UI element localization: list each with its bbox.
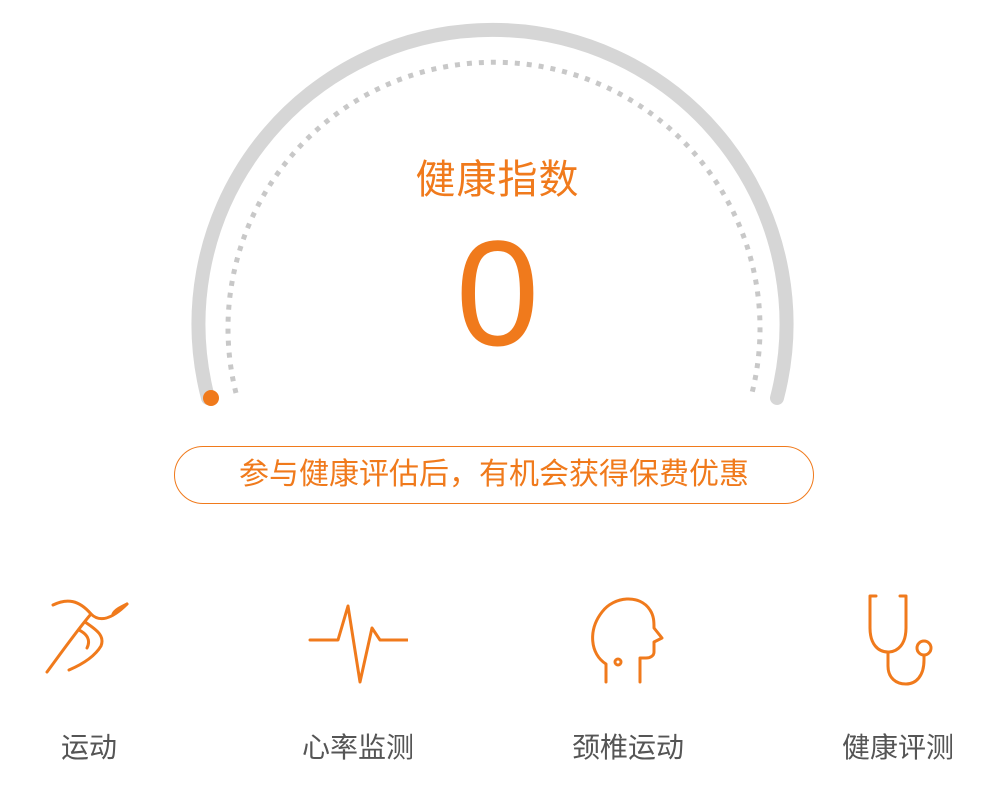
running-icon [45,599,129,674]
feature-heart-rate[interactable]: 心率监测 [268,580,448,780]
promo-pill[interactable]: 参与健康评估后，有机会获得保费优惠 [174,446,814,504]
feature-neck-exercise-label: 颈椎运动 [571,731,684,764]
feature-health-assessment-label: 健康评测 [841,731,954,764]
gauge-title: 健康指数 [415,157,580,203]
stethoscope-icon [868,594,933,686]
health-gauge: 健康指数 0 [0,0,995,430]
health-score: 0 [455,209,540,377]
feature-neck-exercise[interactable]: 颈椎运动 [538,580,718,780]
heartbeat-icon [308,604,408,684]
gauge-progress-dot [203,390,219,406]
feature-running-label: 运动 [60,731,117,764]
feature-grid: 运动 心率监测 颈椎运动 健康评测 [0,580,995,780]
feature-health-assessment[interactable]: 健康评测 [808,580,988,780]
feature-running[interactable]: 运动 [0,580,179,780]
feature-heart-rate-label: 心率监测 [301,731,414,764]
head-profile-icon [591,597,664,684]
